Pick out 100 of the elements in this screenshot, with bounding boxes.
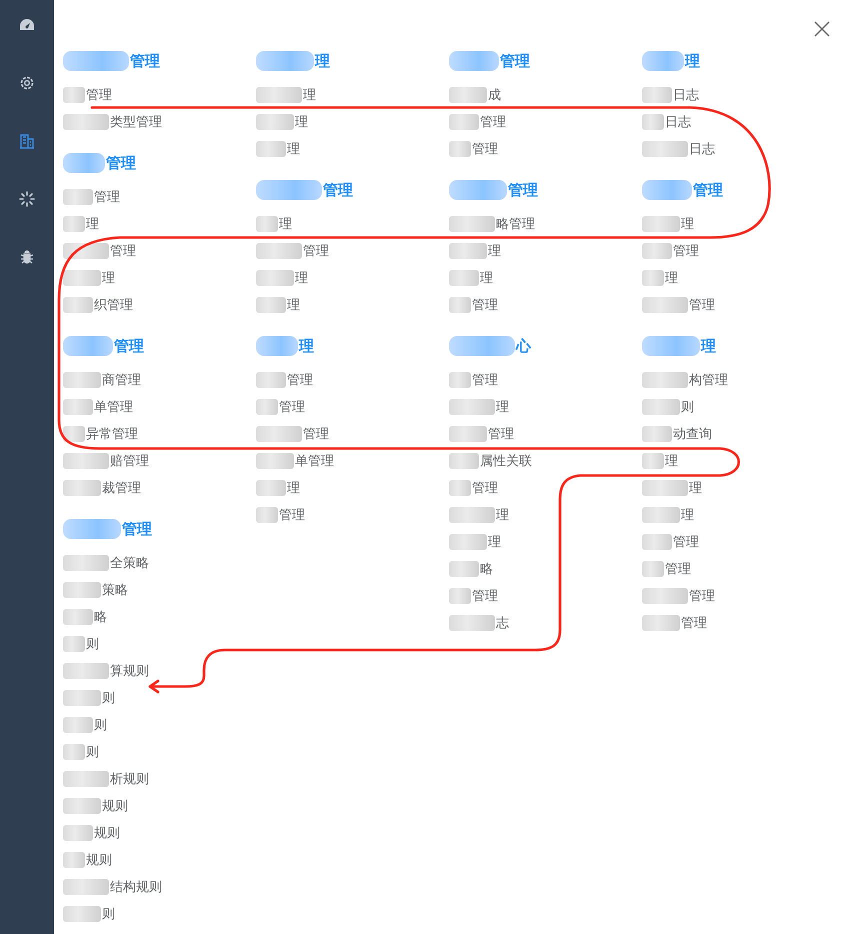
menu-link[interactable]: 管理 bbox=[480, 112, 506, 130]
menu-link[interactable]: 策略 bbox=[102, 580, 128, 598]
menu-link[interactable]: 管理 bbox=[681, 614, 707, 632]
menu-link[interactable]: 理 bbox=[665, 452, 678, 470]
redacted-text bbox=[642, 452, 664, 468]
menu-link[interactable]: 则 bbox=[94, 716, 107, 734]
menu-link[interactable]: 管理 bbox=[673, 532, 699, 550]
menu-link[interactable]: 成 bbox=[488, 86, 501, 104]
menu-link[interactable]: 理 bbox=[295, 112, 308, 130]
section-title: 管理 bbox=[130, 52, 160, 70]
redacted-text bbox=[63, 852, 85, 868]
menu-link[interactable]: 略管理 bbox=[496, 214, 535, 232]
redacted-text bbox=[63, 398, 93, 414]
menu-link[interactable]: 则 bbox=[681, 398, 694, 416]
menu-link[interactable]: 理 bbox=[488, 242, 501, 260]
menu-link[interactable]: 日志 bbox=[665, 112, 691, 130]
menu-link[interactable]: 理 bbox=[496, 398, 509, 416]
menu-link[interactable]: 赔管理 bbox=[110, 452, 149, 470]
menu-link[interactable]: 则 bbox=[102, 688, 115, 706]
menu-link[interactable]: 则 bbox=[86, 742, 99, 760]
menu-link[interactable]: 理 bbox=[86, 214, 99, 232]
menu-link[interactable]: 织管理 bbox=[94, 296, 133, 314]
menu-link[interactable]: 管理 bbox=[86, 86, 112, 104]
menu-link[interactable]: 单管理 bbox=[94, 398, 133, 416]
menu-link[interactable]: 构管理 bbox=[689, 370, 728, 388]
menu-link[interactable]: 则 bbox=[86, 634, 99, 652]
menu-link[interactable]: 理 bbox=[287, 140, 300, 158]
menu-link[interactable]: 管理 bbox=[287, 370, 313, 388]
menu-link[interactable]: 管理 bbox=[689, 296, 715, 314]
menu-link[interactable]: 规则 bbox=[86, 850, 112, 868]
redacted-text bbox=[642, 296, 688, 312]
redacted-text bbox=[256, 336, 298, 356]
menu-link[interactable]: 管理 bbox=[673, 242, 699, 260]
menu-link[interactable]: 理 bbox=[287, 296, 300, 314]
redacted-text bbox=[63, 878, 109, 894]
redacted-text bbox=[449, 180, 507, 200]
menu-link[interactable]: 裁管理 bbox=[102, 478, 141, 496]
menu-link[interactable]: 规则 bbox=[94, 824, 120, 842]
menu-link[interactable]: 管理 bbox=[472, 478, 498, 496]
menu-link[interactable]: 管理 bbox=[665, 560, 691, 578]
menu-link[interactable]: 理 bbox=[303, 86, 316, 104]
menu-link[interactable]: 算规则 bbox=[110, 662, 149, 680]
menu-link[interactable]: 理 bbox=[488, 532, 501, 550]
menu-link[interactable]: 理 bbox=[681, 214, 694, 232]
menu-link[interactable]: 结构规则 bbox=[110, 878, 162, 896]
redacted-text bbox=[256, 296, 286, 312]
menu-link[interactable]: 管理 bbox=[472, 370, 498, 388]
menu-link[interactable]: 规则 bbox=[102, 796, 128, 814]
section-title: 管理 bbox=[693, 180, 723, 200]
menu-link[interactable]: 动查询 bbox=[673, 424, 712, 442]
menu-link[interactable]: 类型管理 bbox=[110, 112, 162, 130]
menu-link[interactable]: 管理 bbox=[472, 140, 498, 158]
section-title: 管理 bbox=[114, 336, 144, 356]
close-button[interactable] bbox=[813, 20, 831, 38]
menu-link[interactable]: 单管理 bbox=[295, 452, 334, 470]
menu-link[interactable]: 日志 bbox=[689, 140, 715, 158]
menu-link[interactable]: 理 bbox=[295, 268, 308, 286]
redacted-text bbox=[642, 216, 680, 232]
menu-link[interactable]: 商管理 bbox=[102, 370, 141, 388]
menu-link[interactable]: 管理 bbox=[279, 398, 305, 416]
menu-link[interactable]: 管理 bbox=[472, 586, 498, 604]
menu-link[interactable]: 略 bbox=[94, 608, 107, 626]
menu-link[interactable]: 则 bbox=[102, 904, 115, 922]
redacted-text bbox=[63, 480, 101, 496]
redacted-text bbox=[63, 582, 101, 598]
menu-link[interactable]: 析规则 bbox=[110, 770, 149, 788]
menu-link[interactable]: 理 bbox=[681, 506, 694, 524]
section-title: 理 bbox=[299, 336, 314, 356]
redacted-text bbox=[642, 140, 688, 156]
menu-link[interactable]: 管理 bbox=[110, 242, 136, 260]
redacted-text bbox=[449, 480, 471, 496]
menu-link[interactable]: 理 bbox=[279, 214, 292, 232]
menu-link[interactable]: 略 bbox=[480, 560, 493, 578]
menu-link[interactable]: 全策略 bbox=[110, 554, 149, 572]
menu-link[interactable]: 管理 bbox=[488, 424, 514, 442]
redacted-text bbox=[256, 480, 286, 496]
menu-link[interactable]: 管理 bbox=[303, 242, 329, 260]
menu-link[interactable]: 属性关联 bbox=[480, 452, 532, 470]
menu-link[interactable]: 管理 bbox=[279, 506, 305, 524]
menu-link[interactable]: 管理 bbox=[472, 296, 498, 314]
menu-link[interactable]: 管理 bbox=[303, 424, 329, 442]
redacted-text bbox=[642, 588, 688, 604]
redacted-text bbox=[63, 690, 101, 706]
menu-link[interactable]: 理 bbox=[102, 268, 115, 286]
redacted-text bbox=[63, 798, 101, 814]
menu-link[interactable]: 理 bbox=[665, 268, 678, 286]
menu-link[interactable]: 理 bbox=[689, 478, 702, 496]
redacted-text bbox=[449, 114, 479, 130]
menu-link[interactable]: 理 bbox=[287, 478, 300, 496]
menu-link[interactable]: 异常管理 bbox=[86, 424, 138, 442]
menu-link[interactable]: 理 bbox=[496, 506, 509, 524]
menu-link[interactable]: 管理 bbox=[689, 586, 715, 604]
menu-link[interactable]: 志 bbox=[496, 614, 509, 632]
menu-link[interactable]: 日志 bbox=[673, 86, 699, 104]
redacted-text bbox=[256, 180, 322, 200]
menu-link[interactable]: 管理 bbox=[94, 188, 120, 206]
close-icon bbox=[814, 21, 830, 37]
redacted-text bbox=[642, 398, 680, 414]
redacted-text bbox=[642, 51, 684, 71]
menu-link[interactable]: 理 bbox=[480, 268, 493, 286]
